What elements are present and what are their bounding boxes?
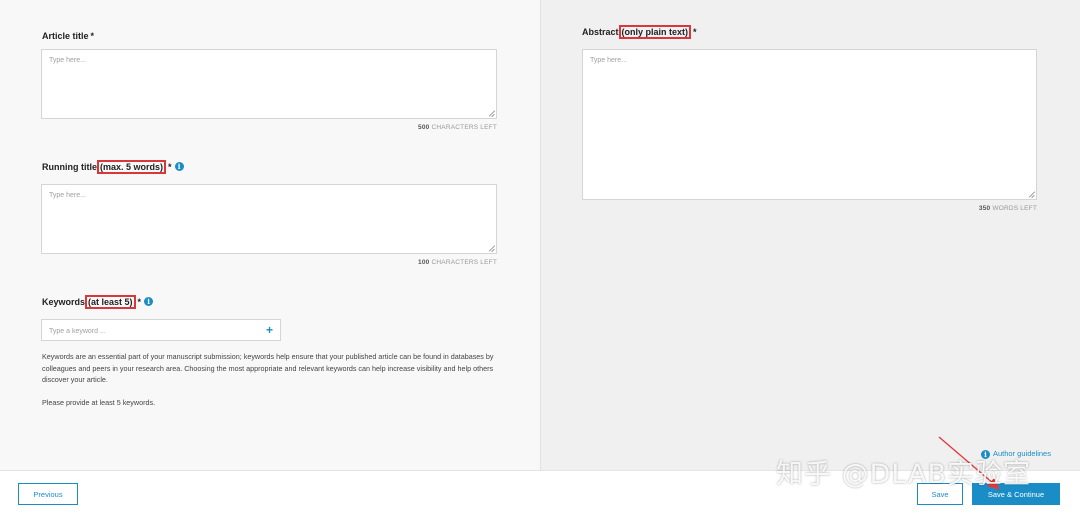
running-title-input[interactable] bbox=[41, 184, 497, 254]
previous-button[interactable]: Previous bbox=[18, 483, 78, 505]
keywords-help-note: Please provide at least 5 keywords. bbox=[42, 398, 156, 407]
keywords-label: Keywords (at least 5) * i bbox=[42, 295, 154, 309]
keywords-help-text: Keywords are an essential part of your m… bbox=[42, 352, 494, 384]
keyword-input[interactable] bbox=[42, 321, 252, 342]
keywords-hint: (at least 5) bbox=[85, 295, 136, 309]
save-button[interactable]: Save bbox=[917, 483, 963, 505]
add-keyword-button[interactable]: + bbox=[266, 323, 273, 337]
article-title-counter: 500 CHARACTERS LEFT bbox=[418, 124, 497, 131]
abstract-counter: 350 WORDS LEFT bbox=[978, 205, 1037, 212]
author-guidelines-link[interactable]: i Author guidelines bbox=[981, 449, 1051, 459]
keyword-input-box: + bbox=[41, 319, 281, 342]
info-icon: i bbox=[981, 450, 990, 459]
info-icon[interactable]: i bbox=[174, 162, 184, 171]
article-title-input[interactable] bbox=[41, 49, 497, 119]
abstract-input[interactable] bbox=[582, 49, 1037, 200]
abstract-hint: (only plain text) bbox=[618, 25, 692, 39]
info-icon[interactable]: i bbox=[144, 297, 154, 306]
article-title-label: Article title * bbox=[42, 31, 95, 41]
save-continue-button[interactable]: Save & Continue bbox=[972, 483, 1060, 505]
running-title-counter: 100 CHARACTERS LEFT bbox=[418, 259, 497, 266]
running-title-label: Running title (max. 5 words) * i bbox=[42, 160, 184, 174]
running-title-hint: (max. 5 words) bbox=[97, 160, 167, 174]
abstract-label: Abstract (only plain text) * bbox=[582, 25, 697, 39]
footer-bar: Previous Save Save & Continue bbox=[0, 470, 1080, 517]
